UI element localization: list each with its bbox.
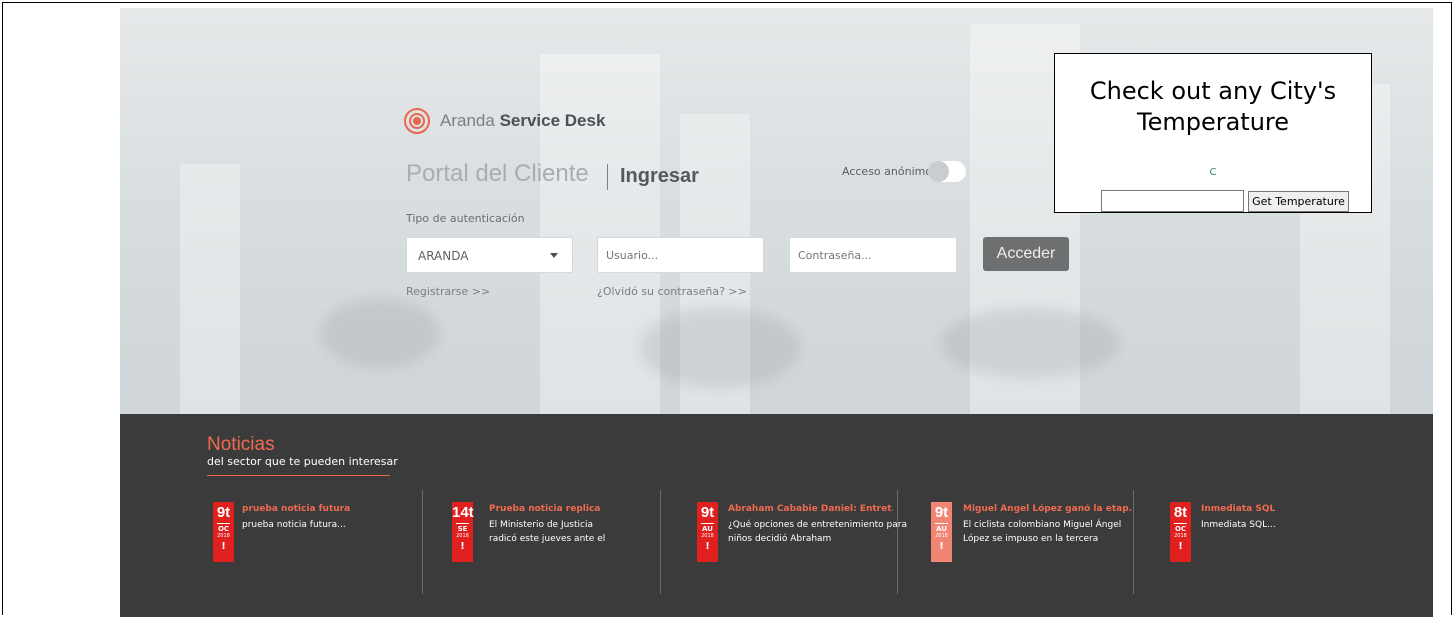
anonymous-access-toggle[interactable] [928, 161, 966, 182]
news-divider [1133, 490, 1134, 594]
badge-day: 9t [216, 504, 231, 521]
temperature-widget: Check out any City's Temperature C Get T… [1054, 53, 1372, 213]
news-summary: prueba noticia futura... [242, 520, 346, 530]
badge-year: 2018 [701, 533, 714, 539]
login-button[interactable]: Acceder [983, 237, 1069, 271]
badge-month: OC [217, 525, 230, 533]
auth-type-value: ARANDA [418, 249, 469, 263]
alert-icon: ! [705, 541, 710, 552]
news-item[interactable]: 14t SE 2018 ! Prueba noticia replica El … [452, 502, 667, 602]
news-summary: El ciclista colombiano Miguel Ángel Lópe… [963, 520, 1122, 544]
background-figure [940, 308, 1120, 378]
alert-icon: ! [221, 541, 226, 552]
forgot-password-link[interactable]: ¿Olvidó su contraseña? >> [597, 285, 747, 298]
portal-title: Portal del Cliente [406, 160, 589, 187]
badge-month: SE [457, 525, 468, 533]
news-subtitle: del sector que te pueden interesar [207, 455, 398, 468]
alert-icon: ! [1178, 541, 1183, 552]
temperature-unit: C [1209, 167, 1217, 178]
badge-year: 2018 [217, 533, 230, 539]
auth-type-select[interactable]: ARANDA [406, 237, 573, 273]
background-figure [320, 298, 440, 368]
date-badge: 14t SE 2018 ! [452, 502, 474, 562]
news-divider [897, 490, 898, 594]
title-separator [607, 164, 608, 190]
news-headline[interactable]: prueba noticia futura [242, 504, 412, 514]
date-badge: 8t OC 2018 ! [1170, 502, 1191, 562]
news-headline[interactable]: Inmediata SQL [1201, 504, 1361, 514]
badge-day: 8t [1173, 504, 1188, 521]
news-summary: ¿Qué opciones de entretenimiento para ni… [728, 520, 907, 544]
portal-page: Aranda Service Desk Portal del Cliente I… [120, 8, 1433, 617]
date-badge: 9t AU 2018 ! [697, 502, 718, 562]
alert-icon: ! [939, 541, 944, 552]
news-title: Noticias [207, 434, 275, 455]
news-summary: El Ministerio de Justicia radicó este ju… [489, 520, 606, 544]
toggle-knob [928, 161, 949, 182]
password-input[interactable] [789, 237, 957, 273]
hero-background: Aranda Service Desk Portal del Cliente I… [120, 8, 1433, 414]
background-building [180, 164, 240, 414]
brand-name-light: Aranda [440, 111, 495, 130]
news-divider [660, 490, 661, 594]
date-badge: 9t AU 2018 ! [931, 502, 952, 562]
badge-day: 9t [700, 504, 715, 521]
get-temperature-button[interactable]: Get Temperature [1248, 191, 1349, 212]
anonymous-access-label: Acceso anónimo [842, 165, 933, 178]
news-headline[interactable]: Abraham Cababie Daniel: Entret... [728, 504, 893, 514]
city-input[interactable] [1101, 190, 1244, 212]
news-headline[interactable]: Prueba noticia replica [489, 504, 659, 514]
date-badge: 9t OC 2018 ! [213, 502, 234, 562]
news-divider [422, 490, 423, 594]
news-item[interactable]: 9t AU 2018 ! Abraham Cababie Daniel: Ent… [697, 502, 912, 602]
news-item[interactable]: 8t OC 2018 ! Inmediata SQL Inmediata SQL… [1170, 502, 1385, 602]
news-item[interactable]: 9t AU 2018 ! Miguel Ángel López ganó la … [931, 502, 1146, 602]
badge-year: 2018 [1174, 533, 1187, 539]
auth-type-label: Tipo de autenticación [406, 212, 525, 225]
news-item[interactable]: 9t OC 2018 ! prueba noticia futura prueb… [213, 502, 428, 602]
badge-month: AU [702, 525, 713, 533]
brand-logo: Aranda Service Desk [404, 108, 605, 134]
badge-year: 2018 [456, 533, 469, 539]
news-section: Noticias del sector que te pueden intere… [120, 414, 1433, 617]
news-summary: Inmediata SQL... [1201, 520, 1276, 530]
register-link[interactable]: Registrarse >> [406, 285, 490, 298]
news-title-underline [207, 475, 390, 476]
brand-name: Aranda Service Desk [440, 111, 605, 131]
badge-day: 14t [452, 504, 474, 521]
aranda-logo-icon [404, 108, 430, 134]
caret-down-icon [550, 253, 558, 258]
background-figure [640, 308, 800, 388]
login-heading: Ingresar [620, 165, 699, 187]
news-headline[interactable]: Miguel Ángel López ganó la etap... [963, 504, 1133, 514]
badge-month: OC [1174, 525, 1187, 533]
badge-day: 9t [934, 504, 949, 521]
temperature-widget-title: Check out any City's Temperature [1089, 77, 1337, 136]
badge-year: 2018 [935, 533, 948, 539]
badge-month: AU [936, 525, 947, 533]
username-input[interactable] [597, 237, 764, 273]
brand-name-bold: Service Desk [499, 111, 606, 130]
alert-icon: ! [460, 541, 465, 552]
